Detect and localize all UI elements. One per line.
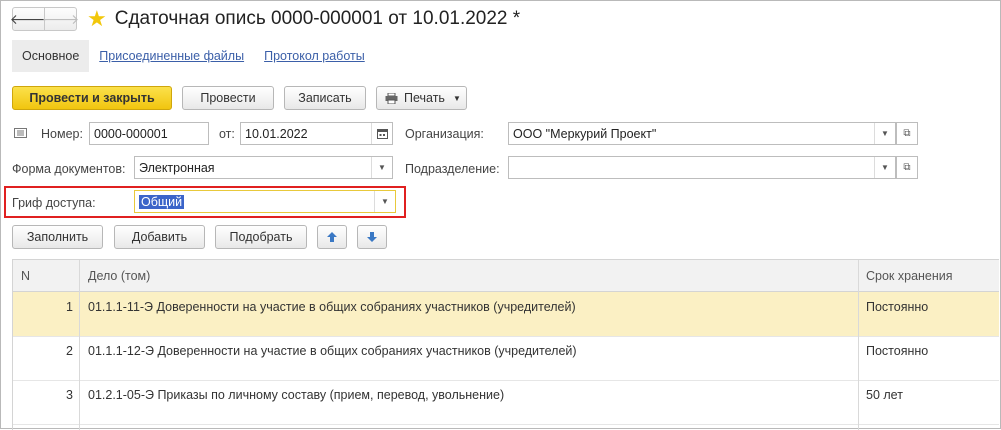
date-field[interactable]: 10.01.2022 <box>240 122 393 145</box>
access-value: Общий <box>139 194 185 209</box>
tab-attached-files[interactable]: Присоединенные файлы <box>89 40 254 72</box>
title-bar: 🡐 🡒 ★ Сдаточная опись 0000-000001 от 10.… <box>10 6 521 32</box>
save-button[interactable]: Записать <box>284 86 366 110</box>
doc-form-label: Форма документов: <box>12 162 126 176</box>
forward-button[interactable]: 🡒 <box>42 8 79 30</box>
arrow-up-icon <box>327 232 337 242</box>
table-row[interactable]: 1 01.1.1-11-Э Доверенности на участие в … <box>13 292 999 337</box>
table-row[interactable]: 3 01.2.1-05-Э Приказы по личному составу… <box>13 380 999 425</box>
tab-work-log[interactable]: Протокол работы <box>254 40 375 72</box>
dropdown-arrow-icon[interactable]: ▼ <box>374 191 395 212</box>
organization-value: ООО "Меркурий Проект" <box>513 126 657 141</box>
subdivision-label: Подразделение: <box>405 162 500 176</box>
open-icon: ⧉ <box>903 128 911 139</box>
row-case: 01.1.1-11-Э Доверенности на участие в об… <box>88 300 576 314</box>
pick-button[interactable]: Подобрать <box>215 225 307 249</box>
dropdown-arrow-icon[interactable]: ▼ <box>371 157 392 178</box>
doc-form-field[interactable]: Электронная ▼ <box>134 156 393 179</box>
comment-icon[interactable] <box>14 127 27 141</box>
printer-icon <box>385 92 398 104</box>
back-button[interactable]: 🡐 <box>10 8 48 30</box>
row-number: 1 <box>66 300 73 314</box>
tab-main[interactable]: Основное <box>12 40 90 72</box>
row-number: 3 <box>66 388 73 402</box>
row-case: 01.2.1-05-Э Приказы по личному составу (… <box>88 388 505 402</box>
row-term: Постоянно <box>866 344 929 358</box>
column-header-term[interactable]: Срок хранения <box>866 260 996 291</box>
access-field[interactable]: Общий ▼ <box>134 190 396 213</box>
table-row[interactable]: 2 01.1.1-12-Э Доверенности на участие в … <box>13 336 999 381</box>
calendar-icon[interactable] <box>371 123 392 144</box>
row-term: Постоянно <box>866 300 929 314</box>
date-value: 10.01.2022 <box>245 126 308 141</box>
date-label: от: <box>219 127 235 141</box>
documents-table: N Дело (том) Срок хранения 1 01.1.1-11-Э… <box>12 259 999 430</box>
organization-field[interactable]: ООО "Меркурий Проект" ▼ <box>508 122 896 145</box>
fill-button[interactable]: Заполнить <box>12 225 103 249</box>
tab-bar: Основное Присоединенные файлы Протокол р… <box>12 40 375 72</box>
open-organization-button[interactable]: ⧉ <box>896 122 918 145</box>
access-label: Гриф доступа: <box>12 196 96 210</box>
print-button[interactable]: Печать ▼ <box>376 86 467 110</box>
column-header-n[interactable]: N <box>21 260 61 291</box>
number-field[interactable]: 0000-000001 <box>89 122 209 145</box>
command-bar: Провести и закрыть Провести Записать Печ… <box>12 86 467 110</box>
column-divider <box>858 260 859 430</box>
star-icon[interactable]: ★ <box>87 8 107 30</box>
access-value-wrap: Общий <box>135 194 374 209</box>
dropdown-arrow-icon[interactable]: ▼ <box>874 123 895 144</box>
column-divider <box>79 260 80 430</box>
print-label: Печать <box>404 91 445 105</box>
open-icon: ⧉ <box>903 162 911 173</box>
post-button[interactable]: Провести <box>182 86 274 110</box>
post-and-close-button[interactable]: Провести и закрыть <box>12 86 172 110</box>
move-up-button[interactable] <box>317 225 347 249</box>
table-header: N Дело (том) Срок хранения <box>13 260 999 292</box>
organization-label: Организация: <box>405 127 484 141</box>
open-subdivision-button[interactable]: ⧉ <box>896 156 918 179</box>
row-term: 50 лет <box>866 388 903 402</box>
add-button[interactable]: Добавить <box>114 225 205 249</box>
number-label: Номер: <box>41 127 83 141</box>
doc-form-value: Электронная <box>139 160 215 175</box>
dropdown-arrow-icon[interactable]: ▼ <box>874 157 895 178</box>
nav-buttons: 🡐 🡒 <box>10 7 79 31</box>
row-case: 01.1.1-12-Э Доверенности на участие в об… <box>88 344 577 358</box>
page-title: Сдаточная опись 0000-000001 от 10.01.202… <box>114 8 521 29</box>
arrow-right-icon: 🡒 <box>41 10 80 27</box>
chevron-down-icon: ▼ <box>452 93 461 103</box>
number-value: 0000-000001 <box>94 126 168 141</box>
arrow-down-icon <box>367 232 377 242</box>
row-number: 2 <box>66 344 73 358</box>
column-header-case[interactable]: Дело (том) <box>88 260 788 291</box>
subdivision-field[interactable]: ▼ <box>508 156 896 179</box>
move-down-button[interactable] <box>357 225 387 249</box>
